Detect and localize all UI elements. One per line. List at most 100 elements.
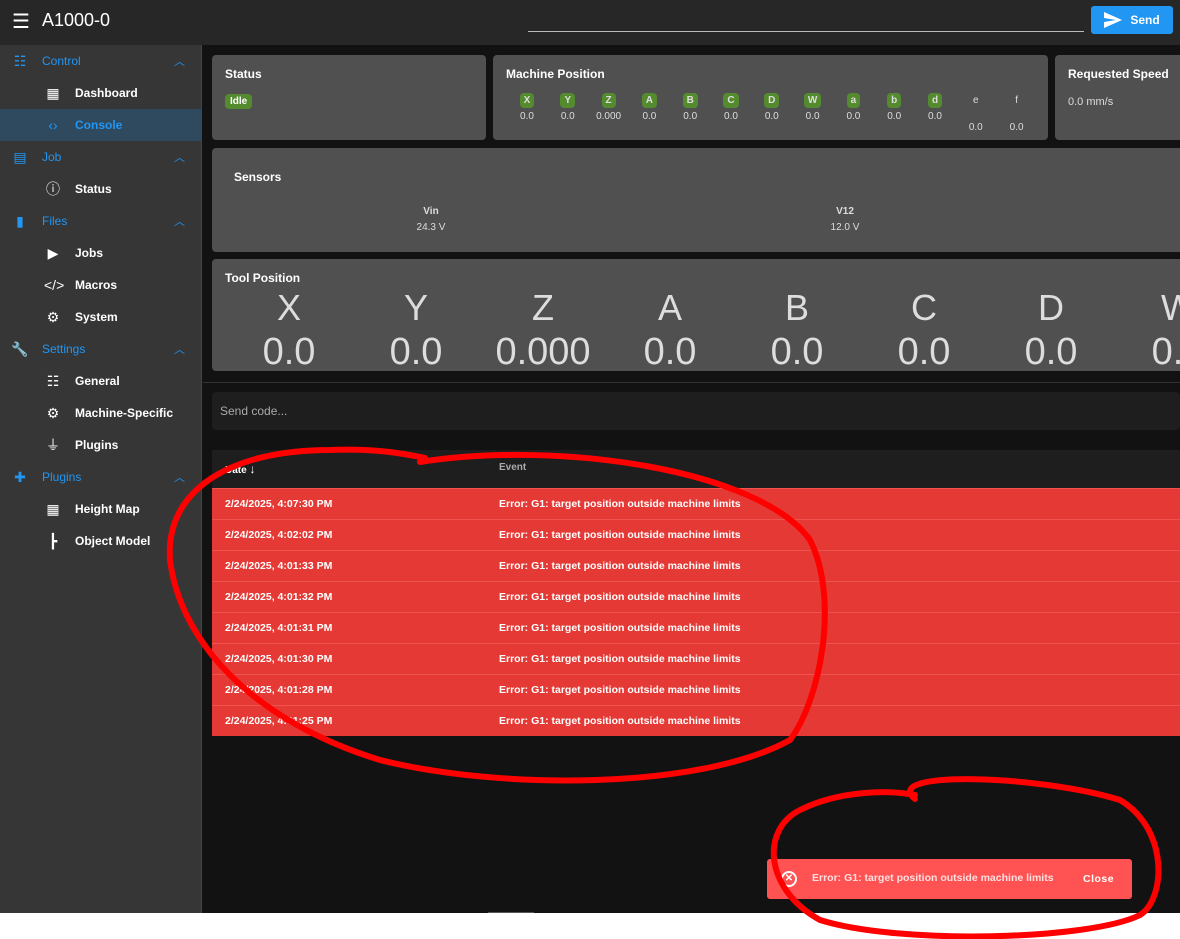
sidebar-item-dashboard[interactable]: ▦ Dashboard bbox=[0, 77, 202, 109]
sidebar-item-console[interactable]: ‹› Console bbox=[0, 109, 202, 141]
snackbar-close-button[interactable]: Close bbox=[1083, 873, 1114, 885]
machine-axis-d: d 0.0 bbox=[915, 93, 955, 122]
tool-axis-Z: Z 0.000 bbox=[483, 286, 603, 371]
machine-axis-C: C 0.0 bbox=[711, 93, 751, 122]
puzzle-icon: ✚ bbox=[14, 468, 26, 485]
tool-axis-value: 0.000 bbox=[495, 331, 591, 371]
axis-value: 0.0 bbox=[683, 111, 698, 122]
slash-code-icon: </> bbox=[44, 277, 65, 293]
sidebar-group-control[interactable]: ☷ Control ︿ bbox=[0, 45, 202, 77]
sidebar-item-general[interactable]: ☷ General bbox=[0, 365, 202, 397]
sidebar-item-label: Dashboard bbox=[75, 86, 138, 100]
machine-axis-D: D 0.0 bbox=[752, 93, 792, 122]
machine-axis-Y: Y 0.0 bbox=[548, 93, 588, 122]
sidebar-group-files[interactable]: ▮ Files ︿ bbox=[0, 205, 202, 237]
requested-speed-title: Requested Speed bbox=[1068, 67, 1169, 81]
table-row: 2/24/2025, 4:01:33 PM Error: G1: target p… bbox=[212, 550, 1180, 581]
sd-card-icon: ▮ bbox=[16, 212, 24, 229]
tool-axis-value: 0.0 bbox=[389, 331, 443, 371]
tree-icon: ┣ bbox=[48, 532, 58, 549]
row-event: Error: G1: target position outside machi… bbox=[499, 591, 741, 603]
dashboard-icon: ▦ bbox=[46, 84, 60, 101]
table-row: 2/24/2025, 4:01:32 PM Error: G1: target p… bbox=[212, 581, 1180, 612]
axis-label: d bbox=[927, 93, 943, 108]
axis-value: 0.0 bbox=[805, 111, 820, 122]
tool-axis-label: C bbox=[911, 287, 937, 328]
tool-axis-label: W bbox=[1161, 287, 1180, 328]
axis-value: 0.0 bbox=[642, 111, 657, 122]
sidebar-item-label: Macros bbox=[75, 278, 118, 292]
chevron-up-icon[interactable]: ︿ bbox=[174, 469, 185, 485]
gear-icon: ⚙ bbox=[46, 308, 60, 325]
sidebar-group-plugins[interactable]: ✚ Plugins ︿ bbox=[0, 461, 202, 493]
sidebar-item-status[interactable]: ⓘ Status bbox=[0, 173, 202, 205]
axis-value: 0.0 bbox=[724, 111, 738, 122]
row-date: 2/24/2025, 4:01:31 PM bbox=[225, 622, 333, 634]
row-date: 2/24/2025, 4:01:30 PM bbox=[225, 653, 333, 665]
sidebar-item-label: Plugins bbox=[75, 438, 119, 452]
scrollbar[interactable] bbox=[488, 912, 534, 913]
sidebar-item-height-map[interactable]: ▦ Height Map bbox=[0, 493, 202, 525]
axis-label: D bbox=[764, 93, 780, 108]
row-date: 2/24/2025, 4:07:30 PM bbox=[225, 498, 333, 510]
status-card: Status Idle bbox=[212, 55, 486, 140]
machine-axis-Z: Z 0.000 bbox=[589, 93, 629, 122]
sidebar-item-jobs[interactable]: ▶ Jobs bbox=[0, 237, 202, 269]
sidebar-item-object-model[interactable]: ┣ Object Model bbox=[0, 525, 202, 557]
sidebar-item-system[interactable]: ⚙ System bbox=[0, 301, 202, 333]
sidebar-item-label: Machine-Specific bbox=[75, 406, 174, 420]
row-event: Error: G1: target position outside machi… bbox=[499, 715, 741, 727]
axis-label: e bbox=[973, 95, 979, 106]
table-header: Date ↓ Event bbox=[212, 450, 1180, 488]
sidebar-item-plugins[interactable]: ⏚ Plugins bbox=[0, 429, 202, 461]
tool-axis-label: B bbox=[784, 287, 809, 328]
machine-axis-X: X 0.0 bbox=[507, 93, 547, 122]
axis-label: X bbox=[519, 93, 535, 108]
row-event: Error: G1: target position outside machi… bbox=[499, 560, 741, 572]
tool-axis-label: D bbox=[1038, 287, 1064, 328]
sidebar-item-machine-specific[interactable]: ⚙ Machine-Specific bbox=[0, 397, 202, 429]
chevron-up-icon[interactable]: ︿ bbox=[174, 341, 185, 357]
chevron-up-icon[interactable]: ︿ bbox=[174, 53, 185, 69]
sidebar-group-settings[interactable]: 🔧 Settings ︿ bbox=[0, 333, 202, 365]
code-icon: ‹› bbox=[48, 117, 58, 133]
sensor-name: Vin bbox=[423, 206, 439, 217]
tool-axis-C: C 0.0 bbox=[864, 286, 984, 371]
sidebar-group-label: Control bbox=[42, 54, 81, 68]
tool-axis-value: 0.0 bbox=[1151, 331, 1180, 371]
tune-icon: ☷ bbox=[46, 372, 60, 389]
row-event: Error: G1: target position outside machi… bbox=[499, 653, 741, 665]
chevron-up-icon[interactable]: ︿ bbox=[174, 149, 185, 165]
menu-icon[interactable]: ☰ bbox=[12, 12, 30, 32]
date-column-header[interactable]: Date ↓ bbox=[225, 462, 255, 476]
sidebar-item-label: System bbox=[75, 310, 118, 324]
sensor-v12: V12 12.0 V bbox=[785, 206, 905, 233]
axis-label: b bbox=[887, 93, 902, 108]
row-date: 2/24/2025, 4:01:25 PM bbox=[225, 715, 333, 727]
tune-icon: ☷ bbox=[13, 52, 27, 69]
row-date: 2/24/2025, 4:01:28 PM bbox=[225, 684, 333, 696]
sort-arrow-down-icon: ↓ bbox=[249, 462, 256, 476]
info-icon: ⓘ bbox=[46, 181, 60, 197]
machine-position-card: Machine Position X 0.0 Y 0.0 Z 0.000 A 0.0 B 0.0 C… bbox=[493, 55, 1048, 140]
tool-axis-X: X 0.0 bbox=[229, 286, 349, 371]
error-circle-icon: ✕ bbox=[781, 871, 797, 887]
machine-axis-W: W 0.0 bbox=[793, 93, 833, 122]
axis-label: C bbox=[723, 93, 739, 108]
sensor-vin: Vin 24.3 V bbox=[371, 206, 491, 233]
sidebar-item-macros[interactable]: </> Macros bbox=[0, 269, 202, 301]
sidebar-group-label: Plugins bbox=[42, 470, 82, 484]
send-code-input[interactable]: Send code... bbox=[212, 392, 1180, 430]
top-bar: ☰ A1000-0 Send bbox=[0, 0, 1180, 45]
send-button[interactable]: Send bbox=[1091, 6, 1173, 34]
grid-icon: ▦ bbox=[46, 500, 60, 517]
sensors-card: Sensors Vin 24.3 V V12 12.0 V bbox=[212, 148, 1180, 252]
chevron-up-icon[interactable]: ︿ bbox=[174, 213, 185, 229]
command-input[interactable] bbox=[528, 10, 1084, 32]
tool-position-card: Tool Position X 0.0 Y 0.0 Z 0.000 A 0.0 B 0.0 C 0.0… bbox=[212, 259, 1180, 371]
sidebar: ☷ Control ︿ ▦ Dashboard ‹› Console ▤ Job ︿ ⓘ Status… bbox=[0, 45, 202, 913]
machine-axis-A: A 0.0 bbox=[629, 93, 669, 122]
sidebar-group-job[interactable]: ▤ Job ︿ bbox=[0, 141, 202, 173]
row-event: Error: G1: target position outside machi… bbox=[499, 498, 741, 510]
console-table: Date ↓ Event 2/24/2025, 4:07:30 PM Error:… bbox=[212, 450, 1180, 736]
